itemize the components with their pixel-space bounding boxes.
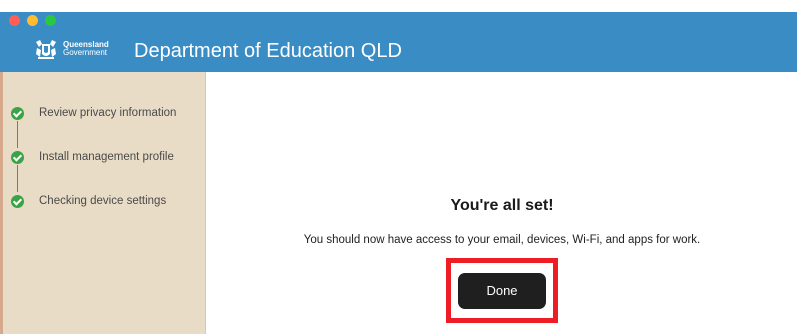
progress-sidebar: Review privacy information Install manag… (0, 72, 206, 334)
checkmark-icon (11, 107, 24, 120)
completion-message: You should now have access to your email… (303, 234, 701, 246)
checkmark-icon (11, 195, 24, 208)
step-list: Review privacy information Install manag… (11, 106, 189, 209)
main-content: You're all set! You should now have acce… (207, 72, 797, 334)
window-title: Department of Education QLD (134, 40, 402, 62)
checkmark-icon (11, 151, 24, 164)
step-install-profile: Install management profile (11, 150, 189, 194)
app-window: Queensland Government Department of Educ… (0, 12, 797, 334)
close-window-button[interactable] (9, 15, 20, 26)
crest-icon (36, 40, 56, 59)
queensland-government-logo: Queensland Government (33, 38, 109, 60)
step-label: Review privacy information (39, 107, 177, 119)
window-left-edge (0, 72, 3, 334)
step-review-privacy: Review privacy information (11, 106, 189, 150)
step-checking-settings: Checking device settings (11, 194, 189, 209)
step-label: Install management profile (39, 151, 174, 163)
completion-heading: You're all set! (450, 197, 554, 214)
zoom-window-button[interactable] (45, 15, 56, 26)
window-controls (9, 15, 56, 26)
minimize-window-button[interactable] (27, 15, 38, 26)
brand-line-2: Government (63, 48, 108, 57)
step-label: Checking device settings (39, 195, 167, 207)
title-bar: Queensland Government Department of Educ… (0, 12, 797, 72)
done-button[interactable]: Done (458, 273, 546, 309)
